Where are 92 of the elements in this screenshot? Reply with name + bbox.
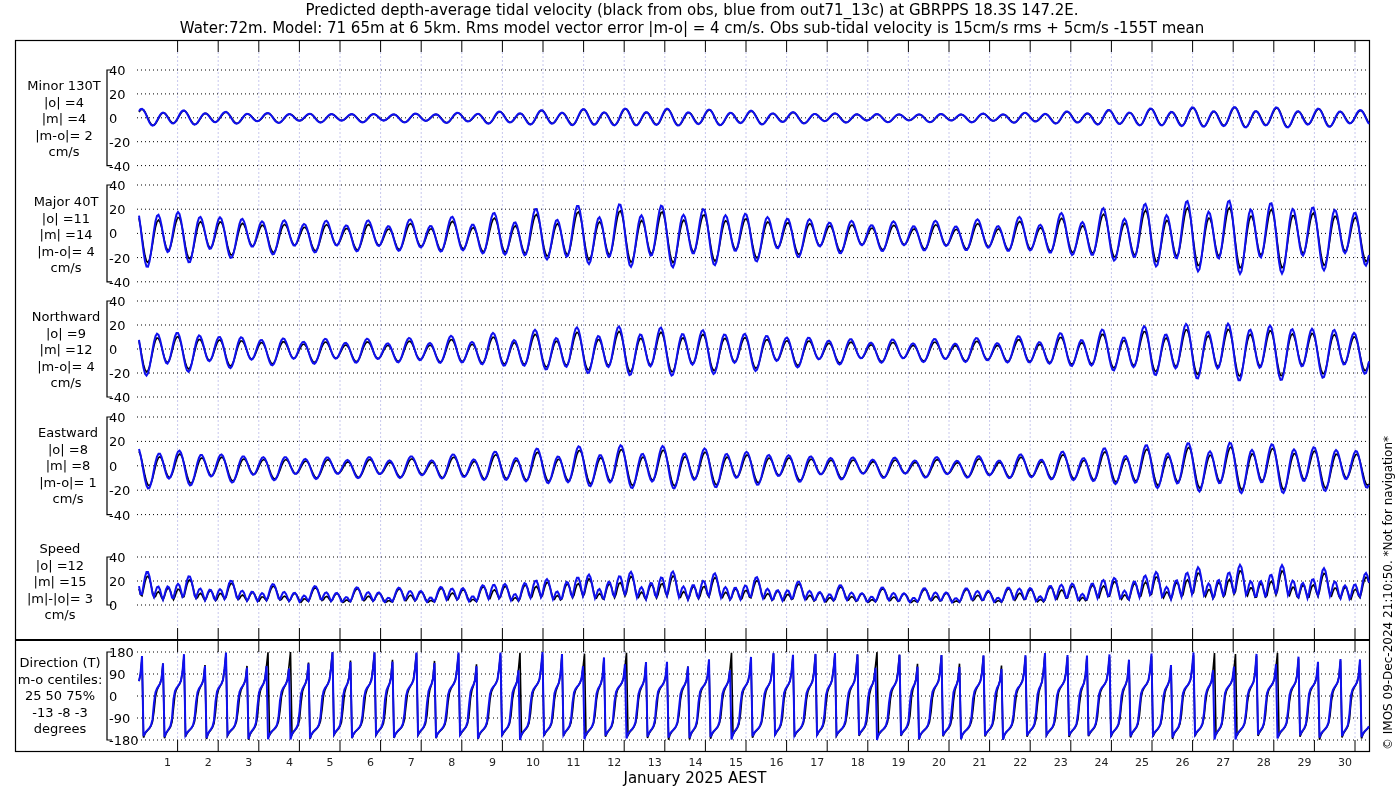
panel-label: Major 40T bbox=[33, 194, 99, 209]
x-tick-label: 10 bbox=[526, 756, 540, 769]
y-tick-label: 40 bbox=[109, 550, 126, 565]
panel-label: |m| =12 bbox=[39, 342, 93, 358]
y-tick-label: 20 bbox=[109, 574, 126, 589]
panel-label: |m| =8 bbox=[45, 458, 91, 474]
x-tick-label: 20 bbox=[932, 756, 946, 769]
panel-label: |o| =11 bbox=[41, 210, 91, 226]
chart-title: Water:72m. Model: 71 65m at 6 5km. Rms model vector error |m-o| = 4 cm/s. Obs sub-tidal velocity is 15cm/s rms + 5cm/s -155T mean bbox=[179, 19, 1205, 37]
x-tick-label: 30 bbox=[1338, 756, 1352, 769]
x-tick-label: 29 bbox=[1297, 756, 1312, 769]
panel-label: cm/s bbox=[50, 260, 82, 276]
y-tick-label: -20 bbox=[109, 483, 131, 499]
x-tick-label: 9 bbox=[488, 756, 496, 769]
y-tick-label: 20 bbox=[109, 86, 126, 102]
y-tick-label: -20 bbox=[109, 134, 131, 150]
panel-label: |o| =12 bbox=[35, 557, 85, 573]
x-tick-label: 7 bbox=[407, 756, 415, 769]
x-tick-label: 4 bbox=[285, 756, 293, 769]
y-tick-label: 180 bbox=[109, 645, 134, 660]
panel-label: 25 50 75% bbox=[24, 688, 96, 704]
panel-label: cm/s bbox=[48, 144, 80, 160]
y-tick-label: 40 bbox=[109, 178, 126, 193]
x-tick-label: 17 bbox=[810, 756, 825, 769]
y-tick-label: 0 bbox=[109, 110, 118, 126]
x-tick-label: 23 bbox=[1053, 756, 1068, 769]
y-tick-label: 0 bbox=[109, 342, 118, 357]
x-tick-label: 12 bbox=[607, 756, 622, 769]
y-tick-label: -40 bbox=[109, 274, 131, 290]
x-tick-label: 19 bbox=[891, 756, 906, 769]
panel-label: degrees bbox=[33, 721, 87, 737]
x-tick-label: 2 bbox=[204, 756, 212, 769]
x-tick-label: 13 bbox=[647, 756, 662, 769]
x-tick-label: 18 bbox=[850, 756, 865, 769]
panel-label: cm/s bbox=[50, 375, 82, 391]
x-tick-label: 24 bbox=[1094, 756, 1109, 769]
panel-label: Northward bbox=[31, 309, 101, 324]
panel-label: m-o centiles: bbox=[17, 671, 103, 687]
panel-label: |m-o|= 4 bbox=[37, 243, 95, 259]
panel-label: |o| =4 bbox=[44, 94, 84, 110]
x-tick-label: 26 bbox=[1175, 756, 1190, 769]
y-tick-label: 0 bbox=[109, 226, 118, 242]
y-tick-label: 40 bbox=[109, 410, 126, 425]
x-tick-label: 28 bbox=[1256, 756, 1271, 769]
x-axis-label: January 2025 AEST bbox=[623, 769, 767, 787]
y-tick-label: 40 bbox=[109, 294, 126, 309]
y-tick-label: 0 bbox=[109, 458, 118, 474]
panel-label: |m-o|= 1 bbox=[39, 474, 97, 490]
y-tick-label: 0 bbox=[109, 598, 118, 613]
panel-label: |m| =15 bbox=[33, 574, 87, 590]
panel-label: |o| =9 bbox=[46, 325, 86, 341]
x-tick-label: 15 bbox=[729, 756, 743, 769]
y-tick-label: -40 bbox=[109, 158, 131, 174]
x-tick-label: 3 bbox=[245, 756, 253, 769]
x-tick-label: 5 bbox=[326, 756, 334, 769]
panel-label: Eastward bbox=[38, 425, 98, 440]
y-tick-label: -40 bbox=[109, 390, 131, 405]
x-tick-label: 11 bbox=[566, 756, 581, 769]
y-tick-label: -20 bbox=[109, 250, 131, 266]
panel-label: Minor 130T bbox=[27, 78, 101, 93]
panel-label: |m| =4 bbox=[41, 111, 87, 127]
y-tick-label: 90 bbox=[109, 667, 126, 682]
x-tick-label: 1 bbox=[164, 756, 172, 769]
panel-label: -13 -8 -3 bbox=[32, 704, 88, 720]
panel-label: |m-o|= 2 bbox=[35, 127, 93, 143]
y-tick-label: 0 bbox=[109, 689, 118, 704]
x-tick-label: 16 bbox=[769, 756, 784, 769]
copyright-note: © IMOS 09-Dec-2024 21:10:50. *Not for navigation* bbox=[1381, 435, 1395, 751]
x-tick-label: 22 bbox=[1013, 756, 1028, 769]
y-tick-label: -180 bbox=[109, 733, 139, 748]
y-tick-label: 40 bbox=[109, 63, 126, 78]
y-tick-label: 20 bbox=[109, 202, 126, 218]
panel-label: Direction (T) bbox=[19, 655, 101, 670]
x-tick-label: 8 bbox=[448, 756, 456, 769]
panel-label: |m| =14 bbox=[39, 227, 93, 243]
panel-label: |m|-|o|= 3 bbox=[26, 590, 94, 606]
x-tick-label: 14 bbox=[688, 756, 703, 769]
y-tick-label: -20 bbox=[109, 366, 131, 381]
y-tick-label: 20 bbox=[109, 318, 126, 333]
y-tick-label: -90 bbox=[109, 711, 131, 726]
x-tick-label: 27 bbox=[1216, 756, 1231, 769]
x-tick-label: 25 bbox=[1135, 756, 1149, 769]
chart-title: Predicted depth-average tidal velocity (black from obs, blue from out71_13c) at GBRPPS 18.3S 147.2E. bbox=[305, 1, 1079, 19]
x-tick-label: 6 bbox=[367, 756, 375, 769]
x-tick-label: 21 bbox=[972, 756, 987, 769]
panel-label: |m-o|= 4 bbox=[37, 358, 95, 374]
panel-label: Speed bbox=[39, 541, 81, 556]
y-tick-label: -40 bbox=[109, 507, 131, 523]
panel-label: |o| =8 bbox=[48, 441, 88, 457]
panel-label: cm/s bbox=[52, 491, 84, 507]
y-tick-label: 20 bbox=[109, 434, 126, 450]
panel-label: cm/s bbox=[44, 607, 76, 623]
